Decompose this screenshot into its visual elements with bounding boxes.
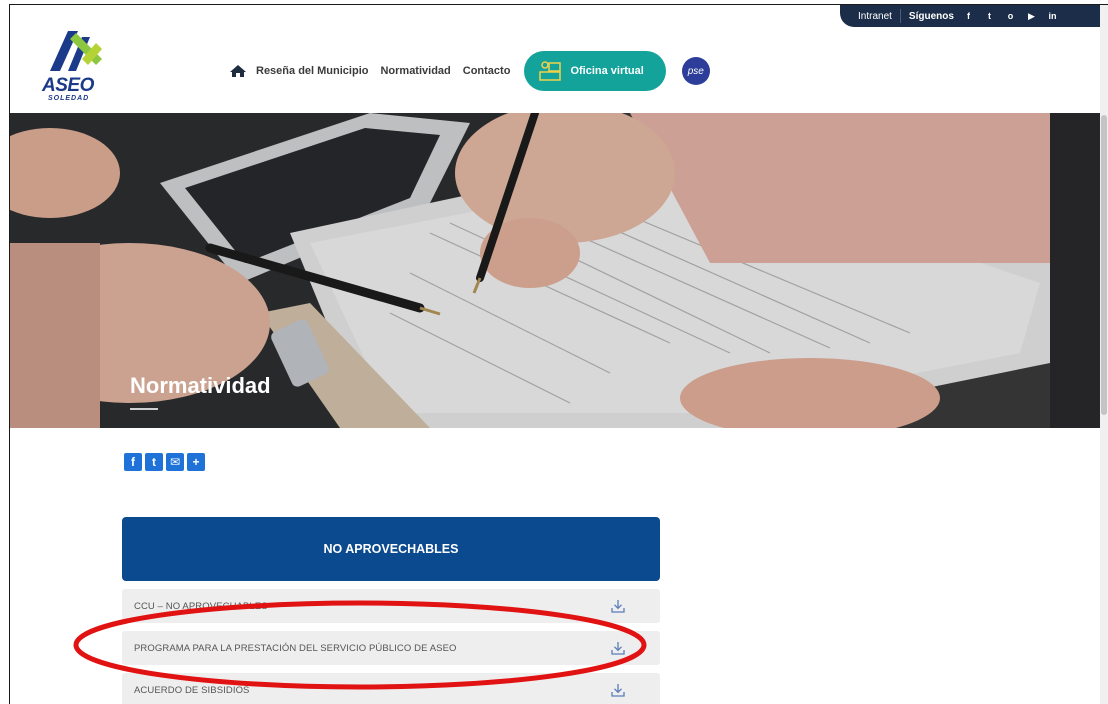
share-buttons: f t ✉ + (124, 453, 205, 471)
logo-mark-icon (50, 31, 102, 71)
pse-label: pse (687, 65, 704, 77)
share-twitter-icon[interactable]: t (145, 453, 163, 471)
document-row[interactable]: ACUERDO DE SIBSIDIOS (122, 673, 660, 704)
virtual-office-icon (539, 61, 562, 81)
virtual-office-label: Oficina virtual (570, 65, 644, 77)
nav-item-normatividad[interactable]: Normatividad (380, 65, 450, 77)
section-header[interactable]: NO APROVECHABLES (122, 517, 660, 581)
virtual-office-button[interactable]: Oficina virtual (524, 51, 666, 91)
document-row[interactable]: PROGRAMA PARA LA PRESTACIÓN DEL SERVICIO… (122, 631, 660, 665)
pse-payment-button[interactable]: pse (681, 57, 710, 85)
section-header-label: NO APROVECHABLES (323, 542, 459, 556)
document-row-label: ACUERDO DE SIBSIDIOS (134, 684, 250, 696)
nav-item-resena[interactable]: Reseña del Municipio (256, 65, 368, 77)
main-nav: Reseña del Municipio Normatividad Contac… (228, 51, 710, 91)
home-icon[interactable] (228, 64, 248, 78)
share-facebook-icon[interactable]: f (124, 453, 142, 471)
download-icon[interactable] (610, 640, 626, 656)
nav-item-contacto[interactable]: Contacto (463, 65, 511, 77)
download-icon[interactable] (610, 682, 626, 698)
share-email-icon[interactable]: ✉ (166, 453, 184, 471)
logo-subtitle: SOLEDAD (48, 95, 90, 102)
download-icon[interactable] (610, 598, 626, 614)
document-row-label: CCU – NO APROVECHABLES (134, 600, 268, 612)
site-header: ASEO SOLEDAD Reseña del Municipio Normat… (10, 5, 1108, 113)
browser-page: Intranet Síguenos f t o ▶ in ASEO SOLEDA… (9, 4, 1108, 704)
title-underline (130, 408, 158, 410)
document-row[interactable]: CCU – NO APROVECHABLES (122, 589, 660, 623)
hero-banner: Normatividad (10, 113, 1108, 428)
share-more-icon[interactable]: + (187, 453, 205, 471)
scrollbar-thumb[interactable] (1101, 115, 1107, 415)
document-row-label: PROGRAMA PARA LA PRESTACIÓN DEL SERVICIO… (134, 642, 457, 654)
page-title: Normatividad (130, 373, 271, 398)
logo-wordmark: ASEO (42, 75, 94, 96)
scrollbar[interactable] (1100, 5, 1108, 704)
site-logo[interactable]: ASEO SOLEDAD (38, 25, 118, 105)
